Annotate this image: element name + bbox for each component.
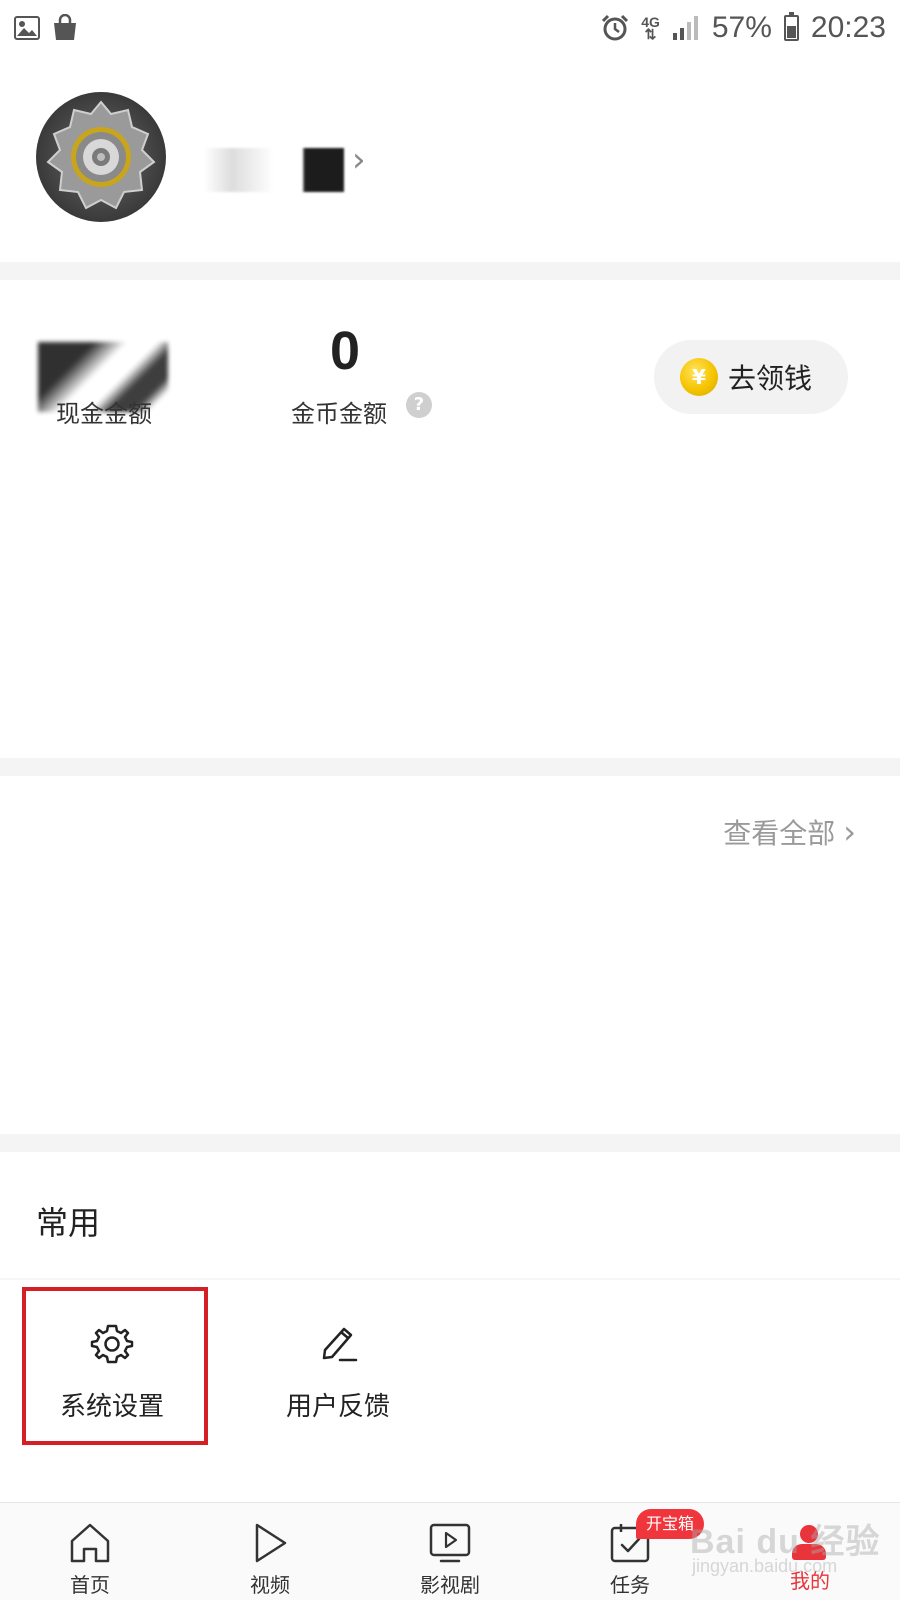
profile-header[interactable]: › (0, 56, 900, 262)
pencil-icon (322, 1327, 358, 1362)
coin-icon: ¥ (680, 358, 718, 396)
status-bar-left (14, 14, 78, 42)
coin-amount-value[interactable]: 0 (290, 320, 400, 382)
view-all-link[interactable]: 查看全部 › (723, 812, 856, 852)
separator (0, 1278, 900, 1280)
nav-video[interactable]: 视频 (210, 1503, 330, 1600)
cash-amount-label[interactable]: 现金金额 (56, 394, 152, 429)
earn-money-button[interactable]: ¥ 去领钱 (654, 340, 848, 414)
alarm-icon (602, 14, 629, 41)
view-all-label: 查看全部 (723, 817, 836, 850)
nav-home-label: 首页 (70, 1573, 110, 1597)
play-icon (255, 1523, 287, 1563)
baidu-watermark-url: jingyan.baidu.com (692, 1556, 838, 1576)
image-icon (14, 16, 40, 40)
help-icon[interactable]: ? (406, 392, 432, 418)
battery-icon (783, 12, 799, 41)
section-divider (0, 262, 900, 280)
section-divider (0, 758, 900, 776)
tv-icon (429, 1523, 471, 1563)
user-feedback-label: 用户反馈 (285, 1392, 390, 1422)
user-feedback-button[interactable]: 用户反馈 (228, 1302, 448, 1452)
gear-icon (90, 1324, 134, 1364)
home-icon (70, 1523, 110, 1563)
common-section: 常用 系统设置 用户反馈 (0, 1152, 900, 1502)
nav-video-label: 视频 (250, 1573, 290, 1597)
nav-drama[interactable]: 影视剧 (390, 1503, 510, 1600)
nickname-censored (204, 148, 344, 192)
nav-tasks-label: 任务 (610, 1573, 650, 1597)
coin-amount-label[interactable]: 金币金额 (291, 394, 387, 429)
chevron-right-icon[interactable]: › (352, 140, 366, 180)
section-divider (0, 1134, 900, 1152)
avatar[interactable] (36, 92, 166, 222)
network-type: 4G ⇅ (641, 14, 660, 42)
battery-percent: 57% (711, 11, 772, 44)
status-bar-right: 4G ⇅ 57% 20:23 (601, 11, 886, 45)
nav-drama-label: 影视剧 (420, 1573, 480, 1597)
system-settings-button[interactable]: 系统设置 (2, 1302, 222, 1452)
gear-avatar-icon (46, 100, 156, 210)
section-title: 常用 (36, 1204, 101, 1242)
nav-home[interactable]: 首页 (30, 1503, 150, 1600)
wallet-section: 现金金额 0 金币金额 ? ¥ 去领钱 (0, 280, 900, 758)
chevron-right-icon: › (843, 813, 856, 851)
status-bar: 4G ⇅ 57% 20:23 (0, 0, 900, 56)
earn-money-label: 去领钱 (728, 362, 813, 395)
history-section: 查看全部 › (0, 776, 900, 1134)
system-settings-label: 系统设置 (59, 1392, 164, 1422)
shopping-bag-icon (54, 14, 76, 40)
signal-icon (672, 16, 698, 40)
clock: 20:23 (810, 11, 886, 44)
